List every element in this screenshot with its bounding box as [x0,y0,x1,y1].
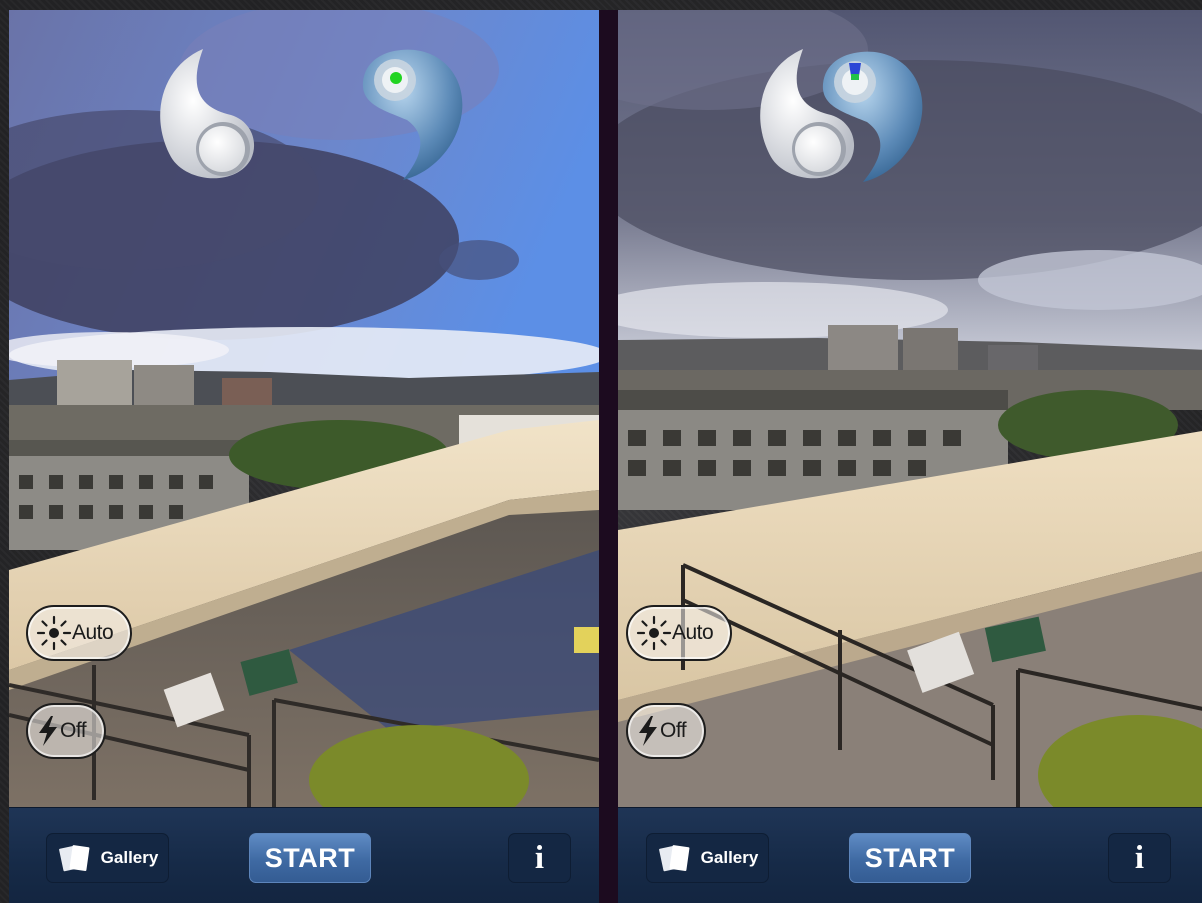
lightning-icon [636,715,660,747]
exposure-auto-button[interactable]: Auto [626,605,732,661]
exposure-auto-button[interactable]: Auto [26,605,132,661]
yin-yang-white-left[interactable] [151,47,255,187]
bottom-toolbar: Gallery START i [618,807,1202,903]
camera-viewfinder: Auto Off [9,10,599,807]
info-button[interactable]: i [508,833,571,883]
flash-label: Off [60,719,87,742]
flash-off-button[interactable]: Off [626,703,706,759]
camera-viewfinder: Auto Off [618,10,1202,807]
exposure-label: Auto [672,621,714,644]
phone-screen-right: Auto Off Gallery START i [618,10,1202,903]
flash-off-button[interactable]: Off [26,703,106,759]
info-button[interactable]: i [1108,833,1171,883]
camera-scene [9,10,599,807]
sun-icon [636,615,672,651]
sun-icon [36,615,72,651]
start-button[interactable]: START [249,833,371,883]
yin-yang-blue-left[interactable] [361,48,465,184]
gallery-label: Gallery [700,848,759,867]
bottom-toolbar: Gallery START i [9,807,599,903]
gallery-button[interactable]: Gallery [646,833,769,883]
photos-icon [57,842,93,874]
exposure-label: Auto [72,621,114,644]
flash-label: Off [660,719,687,742]
gallery-label: Gallery [100,848,159,867]
gallery-button[interactable]: Gallery [46,833,169,883]
indicator-dot [390,72,402,84]
yin-yang-blue-right[interactable] [821,50,925,186]
start-button[interactable]: START [849,833,971,883]
phone-screen-left: Auto Off Gallery START i [9,10,599,903]
photos-icon [657,842,693,874]
screen-divider [599,10,618,903]
lightning-icon [36,715,60,747]
